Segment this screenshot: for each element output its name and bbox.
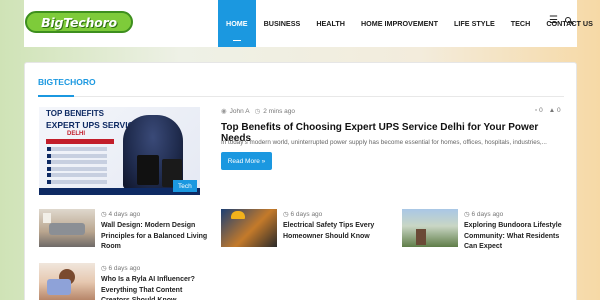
post-title[interactable]: Wall Design: Modern Design Principles fo… [101,221,216,253]
nav-tech[interactable]: TECH [503,0,539,47]
featured-image-line1: TOP BENEFITS [46,109,104,118]
site-logo[interactable]: BigTechoro [25,11,133,33]
post-thumbnail[interactable] [39,209,95,247]
post-date: ◷ 6 days ago [283,211,323,218]
nav-life-style[interactable]: LIFE STYLE [446,0,503,47]
nav-home-improvement[interactable]: HOME IMPROVEMENT [353,0,446,47]
clock-icon: ◷ [101,265,107,272]
featured-stats: ▫ 0 ▲ 0 [535,107,561,114]
clock-icon: ◷ [254,108,261,115]
featured-image-strip [46,139,114,144]
section-divider-accent [38,95,74,97]
section-title: BIGTECHORO [38,77,96,87]
user-icon: ◉ [221,108,227,115]
post-date: ◷ 4 days ago [101,211,141,218]
post-title[interactable]: Electrical Safety Tips Every Homeowner S… [283,221,393,242]
featured-meta: ◉ John A ◷ 2 mins ago [221,107,296,116]
post-thumbnail[interactable] [221,209,277,247]
comment-icon: ▫ [535,107,538,114]
search-icon[interactable] [564,15,574,27]
featured-excerpt: In today's modern world, uninterrupted p… [221,139,547,146]
nav-business[interactable]: BUSINESS [256,0,309,47]
views-count: ▲ 0 [548,107,561,114]
logo-text: BigTechoro [41,14,117,30]
nav-home[interactable]: HOME [218,0,256,47]
clock-icon: ◷ [101,211,107,218]
ups-unit [137,155,159,185]
post-thumbnail[interactable] [402,209,458,247]
featured-image-bullets [47,147,107,186]
content-card: BIGTECHORO TOP BENEFITS EXPERT UPS SERVI… [24,62,577,300]
section-divider [38,96,564,97]
featured-time: 2 mins ago [263,107,296,115]
menu-icon[interactable]: ☰ [549,15,558,26]
nav-health[interactable]: HEALTH [308,0,353,47]
featured-image-line3: DELHI [67,131,85,137]
post-thumbnail[interactable] [39,263,95,300]
post-title[interactable]: Exploring Bundoora Lifestyle Community: … [464,221,569,253]
featured-author[interactable]: John A [230,108,250,115]
flame-icon: ▲ [548,107,556,114]
read-more-button[interactable]: Read More » [221,152,272,170]
post-date: ◷ 6 days ago [101,265,141,272]
post-title[interactable]: Who Is a Ryla AI Influencer? Everything … [101,275,211,300]
main-nav: HOME BUSINESS HEALTH HOME IMPROVEMENT LI… [218,0,600,47]
site-header: BigTechoro HOME BUSINESS HEALTH HOME IMP… [24,0,593,47]
category-badge[interactable]: Tech [173,180,197,192]
comments-count[interactable]: ▫ 0 [535,107,543,114]
clock-icon: ◷ [464,211,470,218]
post-date: ◷ 6 days ago [464,211,504,218]
clock-icon: ◷ [283,211,289,218]
